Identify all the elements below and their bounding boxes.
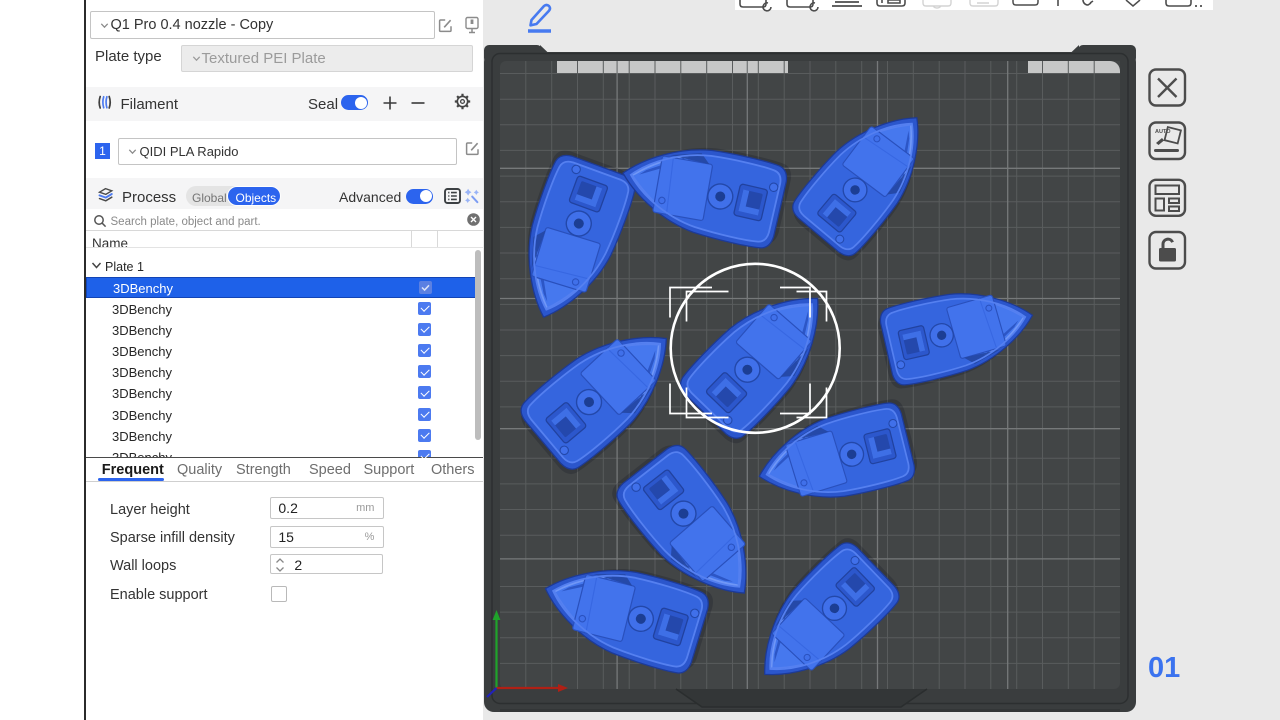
svg-text:AUTO: AUTO bbox=[1155, 129, 1171, 135]
svg-text:01: 01 bbox=[1148, 652, 1180, 684]
